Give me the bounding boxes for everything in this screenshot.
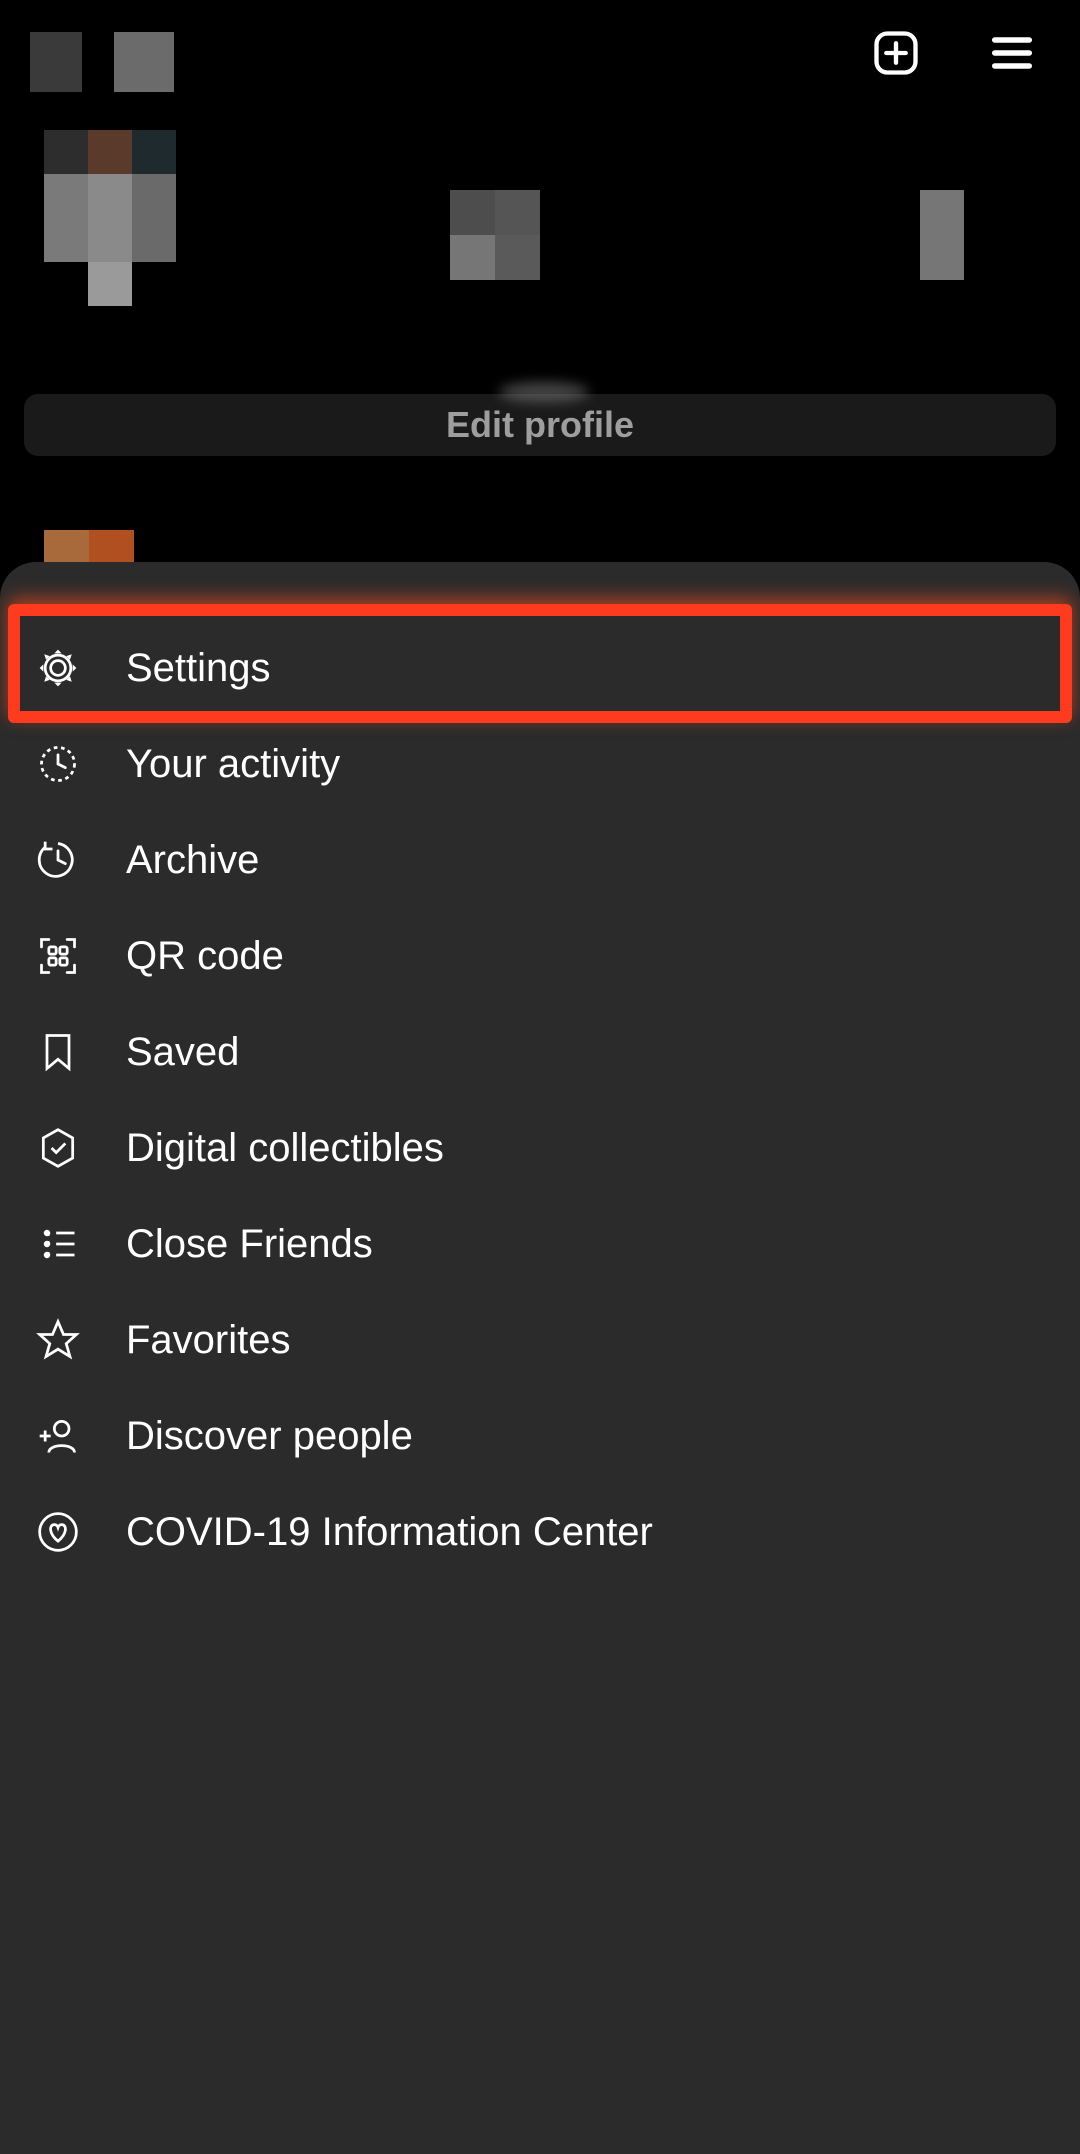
options-bottom-sheet: Settings Your activity Archive QR code [0, 562, 1080, 2154]
plus-square-icon [870, 27, 922, 84]
avatar-redacted[interactable] [44, 130, 178, 310]
hamburger-icon [986, 27, 1038, 84]
verified-icon [34, 1124, 82, 1172]
star-icon [34, 1316, 82, 1364]
options-menu: Settings Your activity Archive QR code [0, 620, 1080, 1580]
menu-label: QR code [126, 934, 284, 979]
create-button[interactable] [866, 25, 926, 85]
menu-label: Your activity [126, 742, 340, 787]
menu-label: Close Friends [126, 1222, 373, 1267]
menu-item-qrcode[interactable]: QR code [0, 908, 1080, 1004]
menu-label: Favorites [126, 1318, 291, 1363]
menu-item-archive[interactable]: Archive [0, 812, 1080, 908]
menu-label: Archive [126, 838, 259, 883]
activity-icon [34, 740, 82, 788]
menu-item-settings[interactable]: Settings [0, 620, 1080, 716]
menu-item-collectibles[interactable]: Digital collectibles [0, 1100, 1080, 1196]
menu-item-discover[interactable]: Discover people [0, 1388, 1080, 1484]
menu-label: Discover people [126, 1414, 413, 1459]
profile-stats-redacted [450, 180, 1010, 290]
edit-profile-label: Edit profile [446, 404, 634, 446]
menu-label: COVID-19 Information Center [126, 1510, 653, 1555]
hamburger-button[interactable] [982, 25, 1042, 85]
bookmark-icon [34, 1028, 82, 1076]
profile-header [0, 130, 1080, 370]
stat-posts[interactable] [450, 190, 540, 280]
menu-item-favorites[interactable]: Favorites [0, 1292, 1080, 1388]
edit-profile-button[interactable]: Edit profile [24, 394, 1056, 456]
menu-item-closefriends[interactable]: Close Friends [0, 1196, 1080, 1292]
add-person-icon [34, 1412, 82, 1460]
menu-item-saved[interactable]: Saved [0, 1004, 1080, 1100]
archive-icon [34, 836, 82, 884]
menu-item-activity[interactable]: Your activity [0, 716, 1080, 812]
qr-icon [34, 932, 82, 980]
stat-following[interactable] [920, 190, 1010, 280]
gear-icon [34, 644, 82, 692]
menu-label: Saved [126, 1030, 239, 1075]
close-friends-icon [34, 1220, 82, 1268]
menu-label: Digital collectibles [126, 1126, 444, 1171]
username-redacted[interactable] [30, 32, 174, 92]
heart-badge-icon [34, 1508, 82, 1556]
menu-item-covid[interactable]: COVID-19 Information Center [0, 1484, 1080, 1580]
menu-label: Settings [126, 646, 271, 691]
